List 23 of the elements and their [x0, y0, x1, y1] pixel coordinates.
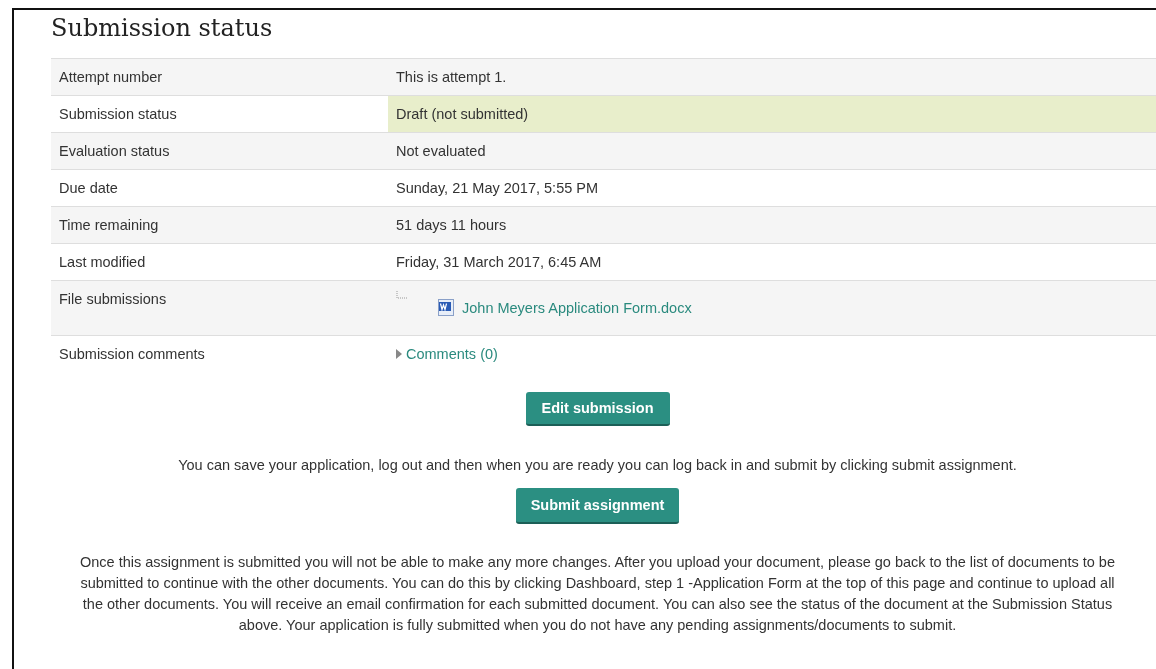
row-label: Submission status [51, 95, 388, 133]
row-label: Time remaining [51, 206, 388, 244]
comments-link[interactable]: Comments (0) [406, 346, 498, 363]
tree-connector-icon [396, 291, 408, 299]
row-label: Submission comments [51, 335, 388, 373]
row-value: Sunday, 21 May 2017, 5:55 PM [388, 169, 1156, 207]
row-value: 51 days 11 hours [388, 206, 1156, 244]
row-label: Last modified [51, 243, 388, 281]
row-value: Friday, 31 March 2017, 6:45 AM [388, 243, 1156, 281]
row-value: Draft (not submitted) [388, 95, 1156, 133]
page-heading: Submission status [51, 13, 273, 44]
row-label: File submissions [51, 280, 388, 336]
file-link[interactable]: John Meyers Application Form.docx [462, 299, 692, 316]
word-document-icon [438, 299, 454, 316]
row-label: Evaluation status [51, 132, 388, 170]
row-value: Not evaluated [388, 132, 1156, 170]
row-label: Due date [51, 169, 388, 207]
submit-assignment-button[interactable]: Submit assignment [515, 487, 680, 524]
submission-instructions: Once this assignment is submitted you will not be able to make any more changes. After you upload your document, please go back to the list of documents to be submitted to continue with the other documents. You can do this by clicking Dashboard, step 1 -Application Form at the top of this page and continue to upload all the other documents. You will receive an email confirmation for each submitted document. You can also see the status of the document at the Submission Status above. Your application is fully submitted when you do not have any pending assignments/documents to submit. [79, 552, 1116, 635]
expand-triangle-icon[interactable] [396, 349, 402, 360]
edit-submission-button[interactable]: Edit submission [525, 391, 670, 426]
row-label: Attempt number [51, 58, 388, 96]
save-note: You can save your application, log out and then when you are ready you can log back in and submit by clicking submit assignment. [178, 456, 1017, 473]
